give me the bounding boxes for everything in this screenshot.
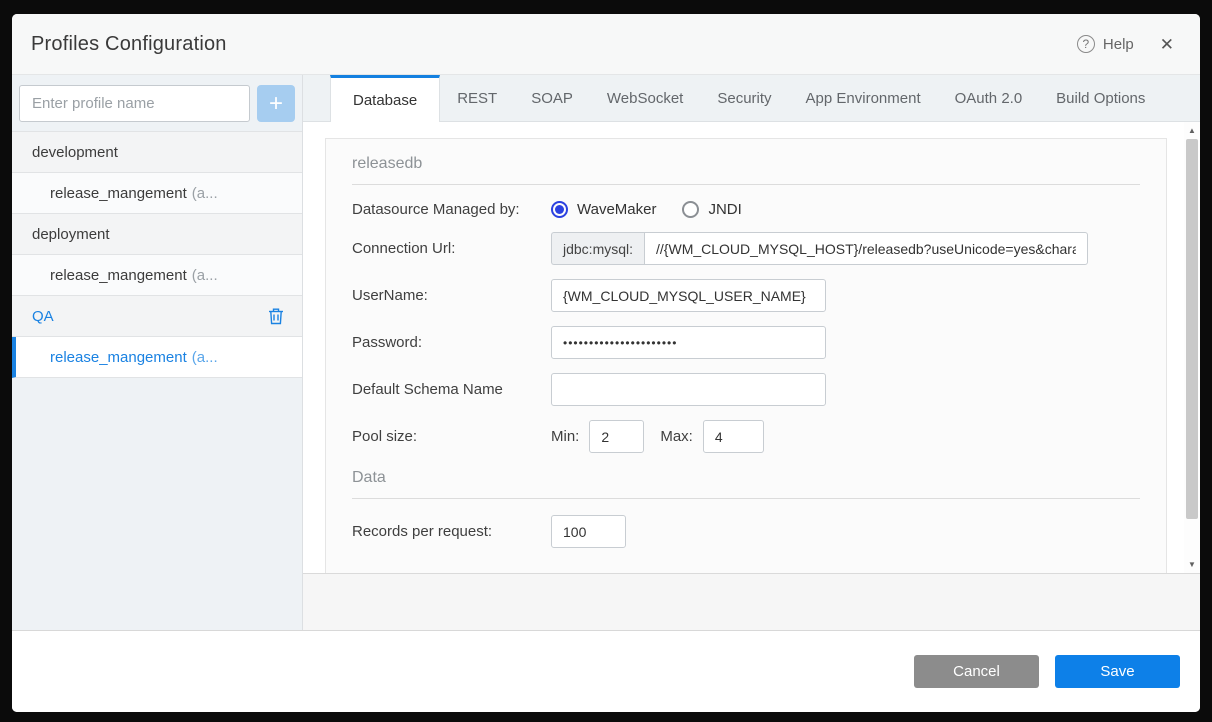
username-label: UserName: (352, 287, 428, 304)
records-per-request-row: Records per request: (352, 515, 1140, 548)
group-label: deployment (32, 225, 110, 243)
schema-row: Default Schema Name (352, 373, 1140, 406)
radio-jndi[interactable]: JNDI (682, 201, 742, 218)
section-divider (352, 184, 1140, 185)
tab-websocket[interactable]: WebSocket (590, 75, 700, 121)
schema-input[interactable] (551, 373, 826, 406)
schema-label: Default Schema Name (352, 381, 503, 398)
tab-database[interactable]: Database (330, 75, 441, 122)
sidebar-item-release-mangement-dev[interactable]: release_mangement (a... (12, 173, 302, 214)
pool-min-label: Min: (551, 428, 580, 445)
vertical-scrollbar[interactable]: ▲ ▼ (1184, 122, 1200, 573)
username-input[interactable] (551, 279, 826, 312)
item-label: release_mangement (50, 348, 187, 366)
tab-oauth[interactable]: OAuth 2.0 (938, 75, 1040, 121)
radio-selected-icon (551, 201, 568, 218)
item-label: release_mangement (50, 184, 187, 202)
scroll-down-icon[interactable]: ▼ (1184, 557, 1200, 572)
tab-build-options[interactable]: Build Options (1039, 75, 1162, 121)
profiles-list: development release_mangement (a... depl… (12, 131, 302, 378)
sidebar-item-release-mangement-deploy[interactable]: release_mangement (a... (12, 255, 302, 296)
dialog-body: + development release_mangement (a... de… (12, 75, 1200, 630)
sidebar-group-deployment[interactable]: deployment (12, 214, 302, 255)
pool-size-label: Pool size: (352, 428, 418, 445)
config-tabs: Database REST SOAP WebSocket Security Ap… (303, 75, 1200, 122)
section-divider (352, 498, 1140, 499)
save-button[interactable]: Save (1055, 655, 1180, 688)
connection-url-row: Connection Url: jdbc:mysql: (352, 232, 1140, 265)
password-input[interactable] (551, 326, 826, 359)
item-suffix: (a... (191, 348, 218, 366)
dialog-title: Profiles Configuration (31, 32, 227, 55)
help-icon: ? (1076, 35, 1095, 53)
item-suffix: (a... (191, 266, 218, 284)
scrollbar-thumb[interactable] (1186, 139, 1198, 519)
records-input[interactable] (551, 515, 626, 548)
help-button[interactable]: ? Help (1076, 35, 1134, 53)
sidebar-group-development[interactable]: development (12, 132, 302, 173)
add-profile-button[interactable]: + (257, 85, 295, 122)
username-row: UserName: (352, 279, 1140, 312)
pool-max-label: Max: (660, 428, 693, 445)
main-panel: Database REST SOAP WebSocket Security Ap… (303, 75, 1200, 630)
database-form-panel: releasedb Datasource Managed by: WaveMak… (325, 138, 1167, 573)
tab-security[interactable]: Security (700, 75, 788, 121)
group-label: QA (32, 307, 54, 325)
profiles-configuration-dialog: Profiles Configuration ? Help ✕ + develo… (12, 14, 1200, 712)
sidebar-group-qa[interactable]: QA (12, 296, 302, 337)
radio-label: JNDI (708, 201, 742, 218)
jdbc-prefix-addon: jdbc:mysql: (551, 232, 645, 265)
scroll-up-icon[interactable]: ▲ (1184, 123, 1200, 138)
tab-content-viewport: releasedb Datasource Managed by: WaveMak… (303, 122, 1200, 573)
tab-soap[interactable]: SOAP (514, 75, 590, 121)
pool-min-input[interactable] (589, 420, 645, 453)
radio-label: WaveMaker (577, 201, 657, 218)
item-label: release_mangement (50, 266, 187, 284)
password-label: Password: (352, 334, 423, 351)
dialog-titlebar: Profiles Configuration ? Help ✕ (12, 14, 1200, 75)
radio-wavemaker[interactable]: WaveMaker (551, 201, 656, 218)
item-suffix: (a... (191, 184, 218, 202)
radio-unselected-icon (682, 201, 700, 218)
profiles-sidebar: + development release_mangement (a... de… (12, 75, 303, 630)
datasource-radio-group: WaveMaker JNDI (551, 201, 742, 218)
tab-rest[interactable]: REST (440, 75, 514, 121)
cancel-button[interactable]: Cancel (914, 655, 1039, 688)
datasource-label: Datasource Managed by: (352, 201, 520, 218)
connection-url-input[interactable] (644, 232, 1089, 265)
pool-max-input[interactable] (702, 420, 764, 453)
dialog-footer: Cancel Save (12, 630, 1200, 712)
pool-size-row: Pool size: Min: Max: (352, 420, 1140, 453)
datasource-row: Datasource Managed by: WaveMaker JNDI (352, 201, 1140, 218)
delete-profile-trash-icon[interactable] (268, 307, 284, 325)
help-label: Help (1102, 35, 1134, 53)
db-section-title: releasedb (352, 155, 423, 172)
connection-url-group: jdbc:mysql: (551, 232, 1089, 265)
records-label: Records per request: (352, 523, 493, 540)
content-bottom-strip (303, 573, 1200, 630)
sidebar-item-release-mangement-qa[interactable]: release_mangement (a... (12, 337, 302, 378)
connection-url-label: Connection Url: (352, 240, 456, 257)
group-label: development (32, 143, 118, 161)
data-section-title: Data (352, 469, 386, 486)
password-row: Password: (352, 326, 1140, 359)
profile-name-row: + (12, 75, 302, 131)
tab-app-environment[interactable]: App Environment (789, 75, 938, 121)
close-icon[interactable]: ✕ (1160, 36, 1174, 53)
profile-name-input[interactable] (19, 85, 250, 122)
